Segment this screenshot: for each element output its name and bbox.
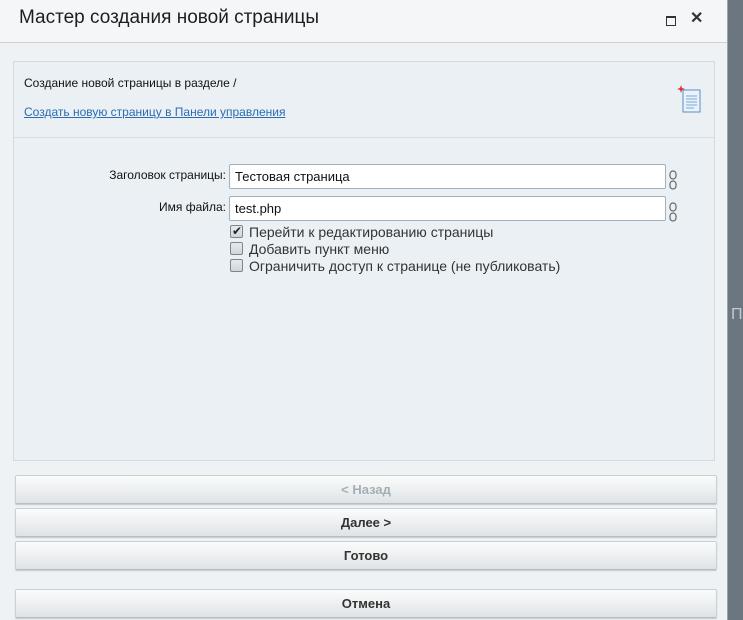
new-page-icon (677, 85, 701, 113)
next-button[interactable]: Далее > (15, 508, 717, 537)
checkbox[interactable]: ✔ (230, 224, 243, 238)
background-text: П (731, 306, 743, 323)
section-text: Создание новой страницы в разделе / (24, 76, 237, 90)
file-name-label: Имя файла: (159, 200, 226, 214)
dialog-title: Мастер создания новой страницы (19, 7, 320, 28)
checkbox-label[interactable]: Добавить пункт меню (249, 241, 389, 257)
control-panel-link[interactable]: Создать новую страницу в Панели управлен… (24, 105, 285, 119)
page-title-input[interactable] (229, 164, 666, 189)
cancel-button[interactable]: Отмена (15, 589, 717, 618)
done-button[interactable]: Готово (15, 541, 717, 570)
file-name-input[interactable] (229, 196, 666, 221)
link-chain-icon[interactable] (669, 170, 677, 190)
page-title-label: Заголовок страницы: (109, 168, 226, 182)
close-icon[interactable]: ✕ (690, 10, 704, 27)
maximize-icon[interactable] (664, 13, 678, 27)
dialog-titlebar[interactable]: Мастер создания новой страницы ✕ (0, 0, 727, 43)
checkbox[interactable] (230, 242, 243, 255)
page-wizard-dialog: Мастер создания новой страницы ✕ Создани… (0, 0, 728, 620)
back-button[interactable]: < Назад (15, 475, 717, 504)
link-chain-icon[interactable] (669, 202, 677, 222)
checkmark-icon: ✔ (232, 224, 243, 238)
wizard-content: Создание новой страницы в разделе / Созд… (13, 61, 715, 461)
checkbox-label[interactable]: Перейти к редактированию страницы (249, 224, 493, 240)
checkbox[interactable] (230, 259, 243, 272)
checkbox-label[interactable]: Ограничить доступ к странице (не публико… (249, 258, 560, 274)
wizard-header: Создание новой страницы в разделе / Созд… (14, 62, 714, 138)
